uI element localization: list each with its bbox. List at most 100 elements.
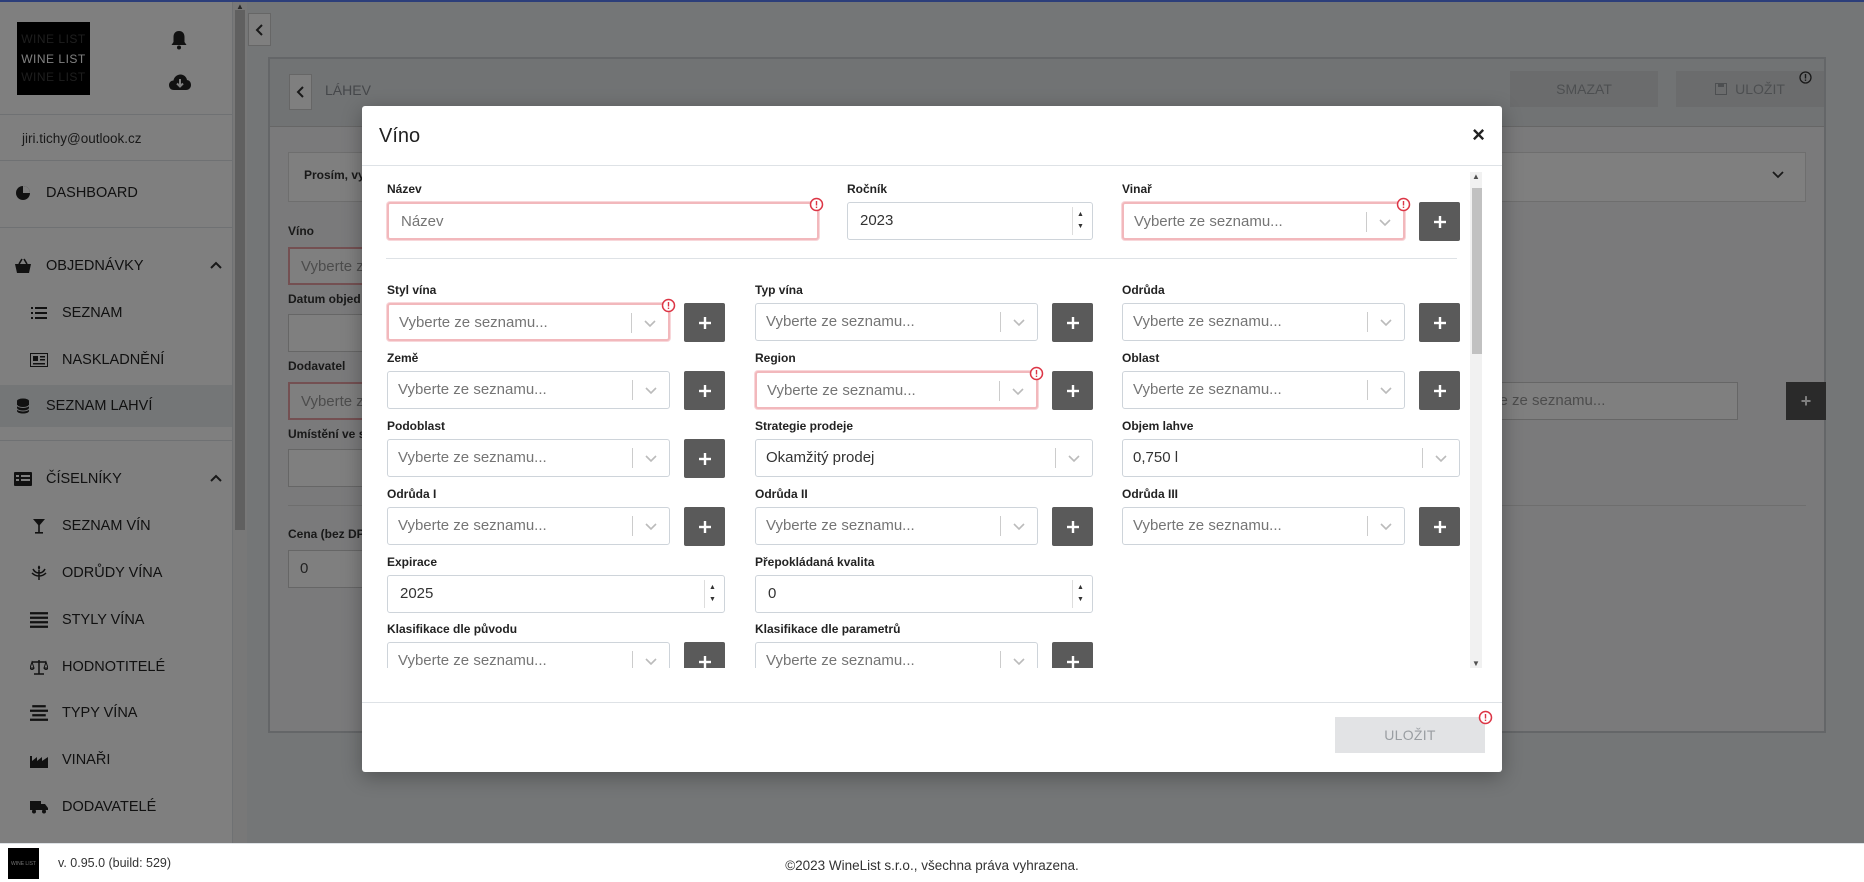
plus-icon xyxy=(1433,215,1446,228)
chevron-down-icon xyxy=(1435,455,1447,463)
app-footer: WINE LIST v. 0.95.0 (build: 529) ©2023 W… xyxy=(0,843,1864,882)
country-select[interactable]: Vyberte ze seznamu... xyxy=(387,371,670,409)
spinner[interactable]: ▲ ▼ xyxy=(1072,207,1089,235)
error-icon xyxy=(1029,366,1044,381)
chevron-down-icon xyxy=(644,320,656,328)
modal-scrollbar[interactable]: ▲ ▼ xyxy=(1470,172,1482,668)
add-variety3-button[interactable] xyxy=(1419,507,1460,546)
chevron-down-icon xyxy=(1380,387,1392,395)
save-button[interactable]: ULOŽIT xyxy=(1335,717,1485,753)
variety3-label: Odrůda III xyxy=(1122,487,1179,501)
type-label: Typ vína xyxy=(755,283,803,297)
spin-down-icon[interactable]: ▼ xyxy=(1077,223,1084,230)
plus-icon xyxy=(698,520,711,533)
plus-icon xyxy=(1066,655,1079,668)
variety2-select[interactable]: Vyberte ze seznamu... xyxy=(755,507,1038,545)
chevron-down-icon xyxy=(1068,455,1080,463)
spin-down-icon[interactable]: ▼ xyxy=(709,596,716,603)
modal-body: Název Název Ročník 2023 ▲ ▼ Vinař Vyberte… xyxy=(362,166,1502,702)
chevron-down-icon xyxy=(1013,658,1025,666)
vintage-input[interactable]: 2023 ▲ ▼ xyxy=(847,202,1093,240)
class-origin-label: Klasifikace dle původu xyxy=(387,622,518,636)
quality-label: Přepokládaná kvalita xyxy=(755,555,875,569)
top-progress-line xyxy=(0,0,1864,2)
expiration-input[interactable]: 2025 ▲ ▼ xyxy=(387,575,725,613)
add-variety2-button[interactable] xyxy=(1052,507,1093,546)
add-type-button[interactable] xyxy=(1052,303,1093,342)
error-icon xyxy=(1478,710,1493,725)
variety3-select[interactable]: Vyberte ze seznamu... xyxy=(1122,507,1405,545)
variety-select[interactable]: Vyberte ze seznamu... xyxy=(1122,303,1405,341)
spin-up-icon[interactable]: ▲ xyxy=(1077,584,1084,591)
strategy-label: Strategie prodeje xyxy=(755,419,854,433)
plus-icon xyxy=(1066,316,1079,329)
variety2-label: Odrůda II xyxy=(755,487,808,501)
subarea-select[interactable]: Vyberte ze seznamu... xyxy=(387,439,670,477)
subarea-label: Podoblast xyxy=(387,419,446,433)
add-variety1-button[interactable] xyxy=(684,507,725,546)
plus-icon xyxy=(698,316,711,329)
country-label: Země xyxy=(387,351,419,365)
add-variety-button[interactable] xyxy=(1419,303,1460,342)
name-label: Název xyxy=(387,182,422,196)
error-icon xyxy=(661,298,676,313)
add-subarea-button[interactable] xyxy=(684,439,725,478)
plus-icon xyxy=(698,452,711,465)
spinner[interactable]: ▲ ▼ xyxy=(1072,580,1089,608)
winemaker-select[interactable]: Vyberte ze seznamu... xyxy=(1122,202,1405,240)
class-params-label: Klasifikace dle parametrů xyxy=(755,622,901,636)
expiration-label: Expirace xyxy=(387,555,438,569)
scroll-down-icon[interactable]: ▼ xyxy=(1472,659,1480,668)
chevron-down-icon xyxy=(645,387,657,395)
quality-input[interactable]: 0 ▲ ▼ xyxy=(755,575,1093,613)
chevron-down-icon xyxy=(1013,523,1025,531)
modal-footer: ULOŽIT xyxy=(362,702,1502,772)
spin-up-icon[interactable]: ▲ xyxy=(1077,211,1084,218)
add-style-button[interactable] xyxy=(684,303,725,342)
chevron-down-icon xyxy=(1012,388,1024,396)
chevron-down-icon xyxy=(645,658,657,666)
modal-title: Víno xyxy=(379,125,421,147)
divider xyxy=(386,258,1457,259)
style-label: Styl vína xyxy=(387,283,437,297)
spin-up-icon[interactable]: ▲ xyxy=(709,584,716,591)
error-icon xyxy=(1396,197,1411,212)
plus-icon xyxy=(698,384,711,397)
scroll-up-icon[interactable]: ▲ xyxy=(1472,172,1480,181)
add-region-button[interactable] xyxy=(1052,371,1093,410)
volume-label: Objem lahve xyxy=(1122,419,1194,433)
area-select[interactable]: Vyberte ze seznamu... xyxy=(1122,371,1405,409)
modal-header: Víno × xyxy=(362,106,1502,166)
chevron-down-icon xyxy=(645,523,657,531)
variety1-select[interactable]: Vyberte ze seznamu... xyxy=(387,507,670,545)
type-select[interactable]: Vyberte ze seznamu... xyxy=(755,303,1038,341)
add-area-button[interactable] xyxy=(1419,371,1460,410)
volume-select[interactable]: 0,750 l xyxy=(1122,439,1460,477)
vintage-label: Ročník xyxy=(847,182,888,196)
winemaker-label: Vinař xyxy=(1122,182,1152,196)
error-icon xyxy=(809,197,824,212)
chevron-down-icon xyxy=(1013,319,1025,327)
scrollbar-thumb[interactable] xyxy=(1472,188,1482,354)
plus-icon xyxy=(1433,520,1446,533)
close-icon[interactable]: × xyxy=(1472,122,1485,148)
region-select[interactable]: Vyberte ze seznamu... xyxy=(755,371,1038,409)
style-select[interactable]: Vyberte ze seznamu... xyxy=(387,303,670,341)
spinner[interactable]: ▲ ▼ xyxy=(704,580,721,608)
wine-modal: Víno × Název Název Ročník 2023 ▲ ▼ Vinař … xyxy=(362,106,1502,772)
spin-down-icon[interactable]: ▼ xyxy=(1077,596,1084,603)
scroll-clip xyxy=(362,668,1467,702)
chevron-down-icon xyxy=(1380,523,1392,531)
plus-icon xyxy=(1433,316,1446,329)
region-label: Region xyxy=(755,351,796,365)
strategy-select[interactable]: Okamžitý prodej xyxy=(755,439,1093,477)
chevron-down-icon xyxy=(645,455,657,463)
plus-icon xyxy=(698,655,711,668)
add-winemaker-button[interactable] xyxy=(1419,202,1460,241)
chevron-down-icon xyxy=(1379,219,1391,227)
plus-icon xyxy=(1433,384,1446,397)
variety-label: Odrůda xyxy=(1122,283,1165,297)
add-country-button[interactable] xyxy=(684,371,725,410)
name-input[interactable]: Název xyxy=(387,202,819,240)
area-label: Oblast xyxy=(1122,351,1160,365)
